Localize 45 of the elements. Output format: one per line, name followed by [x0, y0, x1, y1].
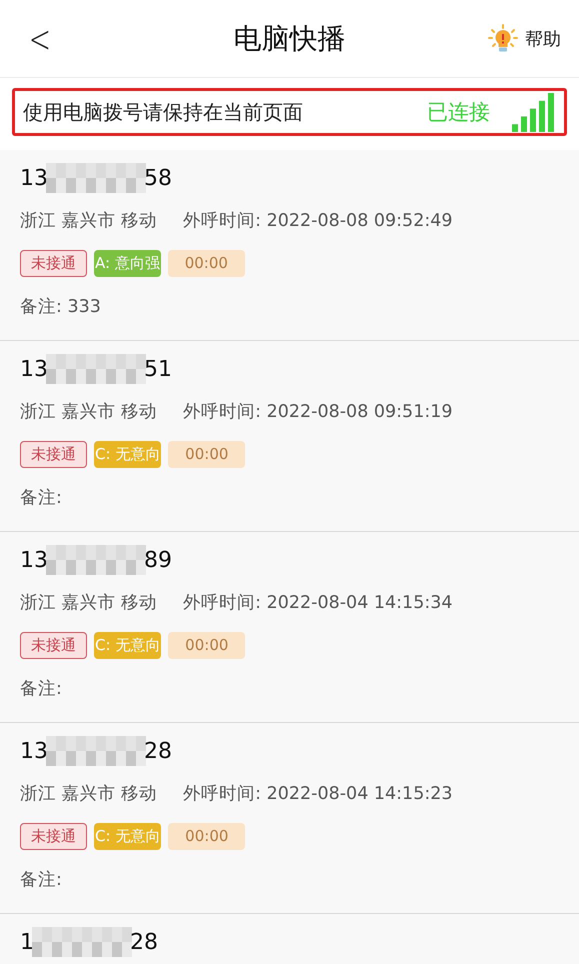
call-time: 外呼时间: 2022-08-08 09:52:49 [183, 210, 452, 232]
location-text: 浙江 嘉兴市 移动 [20, 401, 158, 423]
location-text: 浙江 嘉兴市 移动 [20, 783, 158, 805]
duration-tag: 00:00 [168, 440, 246, 468]
call-record[interactable]: 13 58 浙江 嘉兴市 移动 外呼时间: 2022-08-08 09:52:49 未接通 A: 意向强 00:00 备注: 333 [0, 150, 579, 341]
status-tag: 未接通 [20, 822, 87, 850]
help-button[interactable]: 帮助 [487, 22, 561, 54]
call-record[interactable]: 13 51 浙江 嘉兴市 移动 外呼时间: 2022-08-08 09:51:19 未接通 C: 无意向 00:00 备注: [0, 341, 579, 532]
phone-number: 51 [144, 356, 172, 382]
phone-number: 28 [130, 930, 158, 954]
remark-text: 备注: 333 [20, 296, 101, 318]
call-time: 外呼时间: 2022-08-04 14:15:34 [183, 592, 452, 614]
phone-number: 13 [20, 738, 48, 764]
intent-tag: C: 无意向 [94, 440, 162, 468]
location-text: 浙江 嘉兴市 移动 [20, 592, 158, 614]
banner-message: 使用电脑拨号请保持在当前页面 [23, 98, 304, 126]
connection-status: 已连接 [427, 99, 490, 126]
phone-number: 1 [20, 930, 34, 954]
location-text: 浙江 嘉兴市 移动 [20, 210, 158, 232]
call-record[interactable]: 13 89 浙江 嘉兴市 移动 外呼时间: 2022-08-04 14:15:34 未接通 C: 无意向 00:00 备注: [0, 532, 579, 723]
status-tag: 未接通 [20, 250, 87, 276]
call-time: 外呼时间: 2022-08-08 09:51:19 [183, 401, 452, 423]
intent-tag: C: 无意向 [94, 822, 162, 850]
duration-tag: 00:00 [168, 632, 246, 658]
phone-number: 13 [20, 548, 48, 572]
duration-tag: 00:00 [168, 822, 246, 850]
page-title: 电脑快播 [234, 22, 346, 54]
phone-number: 58 [144, 166, 172, 190]
remark-text: 备注: [20, 678, 62, 700]
phone-number: 13 [20, 356, 48, 382]
lightbulb-icon [487, 22, 519, 54]
intent-tag: C: 无意向 [94, 632, 162, 658]
status-tag: 未接通 [20, 440, 87, 468]
status-tag: 未接通 [20, 632, 87, 658]
phone-number: 13 [20, 166, 48, 190]
remark-text: 备注: [20, 487, 62, 509]
back-button[interactable]: < [28, 20, 52, 58]
phone-number: 28 [144, 738, 172, 764]
call-time: 外呼时间: 2022-08-04 14:15:23 [183, 783, 452, 805]
remark-text: 备注: [20, 869, 62, 891]
call-record[interactable]: 1 28 [0, 914, 579, 964]
call-record[interactable]: 13 28 浙江 嘉兴市 移动 外呼时间: 2022-08-04 14:15:23 未接通 C: 无意向 00:00 备注: [0, 723, 579, 914]
duration-tag: 00:00 [168, 250, 245, 276]
intent-tag: A: 意向强 [94, 250, 161, 276]
phone-number: 89 [144, 548, 172, 572]
